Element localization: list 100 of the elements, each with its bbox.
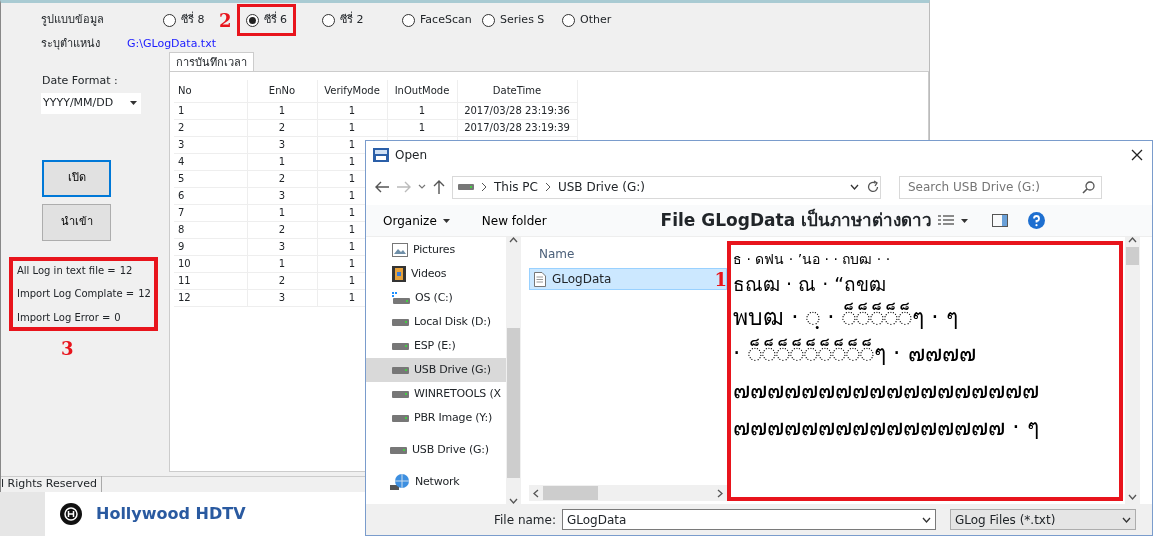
caret-icon [130, 101, 137, 105]
drive-icon [392, 318, 409, 326]
forward-icon[interactable] [396, 180, 412, 194]
arrow-left-icon [533, 488, 539, 498]
preview-text: · ◌็◌็◌็◌็◌็◌็◌็◌็◌็ๆ · ๗๗๗๗ [733, 337, 977, 369]
caret-icon [961, 218, 969, 223]
scrollbar[interactable] [529, 485, 727, 501]
nav-item[interactable]: Local Disk (D:) [366, 310, 506, 334]
search-box[interactable]: Search USB Drive (G:) [899, 175, 1102, 199]
action-button[interactable]: เปิด [42, 159, 111, 197]
nav-item[interactable]: PBR Image (Y:) [366, 406, 506, 430]
table-cell: 3 [247, 238, 317, 255]
picture-icon [392, 243, 408, 257]
table-cell: 2 [247, 272, 317, 289]
film-icon [392, 266, 406, 282]
table-cell: 3 [247, 187, 317, 204]
table-cell: 3 [174, 136, 247, 153]
action-button[interactable]: นำเข้า [42, 203, 111, 241]
window-title: Open [395, 147, 428, 164]
table-cell: 1 [317, 119, 387, 136]
document-icon [534, 271, 546, 287]
drive-icon [392, 414, 409, 422]
breadcrumb[interactable]: This PC [494, 178, 538, 196]
nav-item[interactable]: WINRETOOLS (X [366, 382, 506, 406]
column-header: InOutMode [387, 80, 457, 102]
stat-value: 0 [114, 310, 121, 325]
filetype-dropdown[interactable]: GLog Files (*.txt) [949, 509, 1136, 530]
annotation-number: 2 [219, 8, 232, 33]
file-path: G:\GLogData.txt [127, 35, 216, 52]
stat-label: Import Log Complate = [17, 287, 135, 301]
date-format-dropdown[interactable]: YYYY/MM/DD [41, 92, 141, 114]
back-icon[interactable] [374, 180, 390, 194]
nav-item[interactable]: USB Drive (G:) [366, 438, 506, 462]
chevron-icon [481, 183, 487, 191]
logo-icon [60, 503, 82, 525]
preview-pane-icon[interactable] [992, 214, 1009, 227]
table-cell: 2017/03/28 23:19:36 [457, 102, 577, 119]
site-title: Hollywood HDTV [96, 503, 246, 525]
arrow-up-icon [1128, 237, 1137, 243]
table-cell: 1 [247, 255, 317, 272]
globe-icon [390, 473, 410, 491]
preview-text: ๗๗๗๗๗๗๗๗๗๗๗๗๗๗๗๗๗๗ [733, 376, 1040, 406]
close-icon[interactable] [1131, 149, 1143, 161]
table-cell: 2017/03/28 23:19:39 [457, 119, 577, 136]
scroll-thumb[interactable] [543, 486, 598, 500]
stat-label: All Log in text file = [17, 263, 116, 278]
table-cell: 12 [174, 289, 247, 306]
radio-option[interactable]: FaceScan [402, 11, 483, 29]
scrollbar[interactable] [506, 237, 521, 504]
arrow-down-icon [509, 498, 518, 504]
caret-icon [1121, 516, 1131, 523]
drive-icon [458, 183, 474, 191]
scrollbar[interactable] [1125, 237, 1140, 504]
table-cell: 2 [247, 170, 317, 187]
table-cell: 1 [247, 102, 317, 119]
column-header: DateTime [457, 80, 577, 102]
view-icon[interactable] [938, 214, 955, 227]
radio-option[interactable]: ซีรี่ 6 [245, 11, 288, 29]
up-icon[interactable] [432, 179, 446, 195]
caret-icon [850, 184, 859, 190]
table-cell: 10 [174, 255, 247, 272]
table-cell: 1 [247, 204, 317, 221]
table-cell: 2 [247, 221, 317, 238]
stat-value: 12 [138, 287, 151, 301]
radio-option[interactable]: Series S [482, 11, 563, 29]
preview-text: ธณฒ · ณ · “ถขฒ [733, 272, 888, 297]
tab[interactable]: การบันทึกเวลา [169, 52, 254, 71]
radio-option[interactable]: ซีรี่ 2 [322, 11, 403, 29]
address-bar[interactable]: This PC USB Drive (G:) [452, 175, 881, 199]
nav-item[interactable]: ESP (E:) [366, 334, 506, 358]
filename-field[interactable]: GLogData [561, 509, 936, 530]
table-cell: 7 [174, 204, 247, 221]
drive-icon [392, 390, 409, 398]
nav-item[interactable]: Network [366, 470, 506, 494]
field-label: ระบุตำแหน่ง [41, 35, 100, 52]
annotation-number: 3 [61, 336, 75, 361]
table-cell: 1 [247, 153, 317, 170]
annotation-text: File GLogData เป็นภาษาต่างดาว [660, 207, 933, 232]
table-cell: 3 [247, 289, 317, 306]
field-label: File name: [494, 511, 556, 529]
table-cell: 1 [317, 102, 387, 119]
help-icon[interactable] [1028, 212, 1046, 229]
caret-icon[interactable] [418, 184, 426, 190]
preview-text: ธ · ดฟน · ’นอ · · ถบฒ · · [733, 250, 892, 269]
scroll-thumb[interactable] [1126, 247, 1139, 265]
toolbar-button[interactable]: New folder [481, 211, 547, 230]
scroll-thumb[interactable] [507, 328, 520, 478]
column-header[interactable]: Name [539, 245, 575, 263]
preview-text: ๗๗๗๗๗๗๗๗๗๗๗๗๗๗๗๗ · ๆ [733, 412, 1040, 442]
table-cell: 3 [247, 136, 317, 153]
breadcrumb[interactable]: USB Drive (G:) [557, 178, 645, 196]
drive-icon [392, 342, 409, 350]
caret-icon [921, 516, 931, 523]
nav-item[interactable]: USB Drive (G:) [366, 358, 506, 382]
radio-option[interactable]: ซีรี่ 8 [163, 11, 219, 29]
table-cell: 9 [174, 238, 247, 255]
refresh-icon[interactable] [866, 180, 880, 194]
radio-option[interactable]: Other [562, 11, 643, 29]
table-cell: 1 [387, 119, 457, 136]
column-header: VerifyMode [317, 80, 387, 102]
